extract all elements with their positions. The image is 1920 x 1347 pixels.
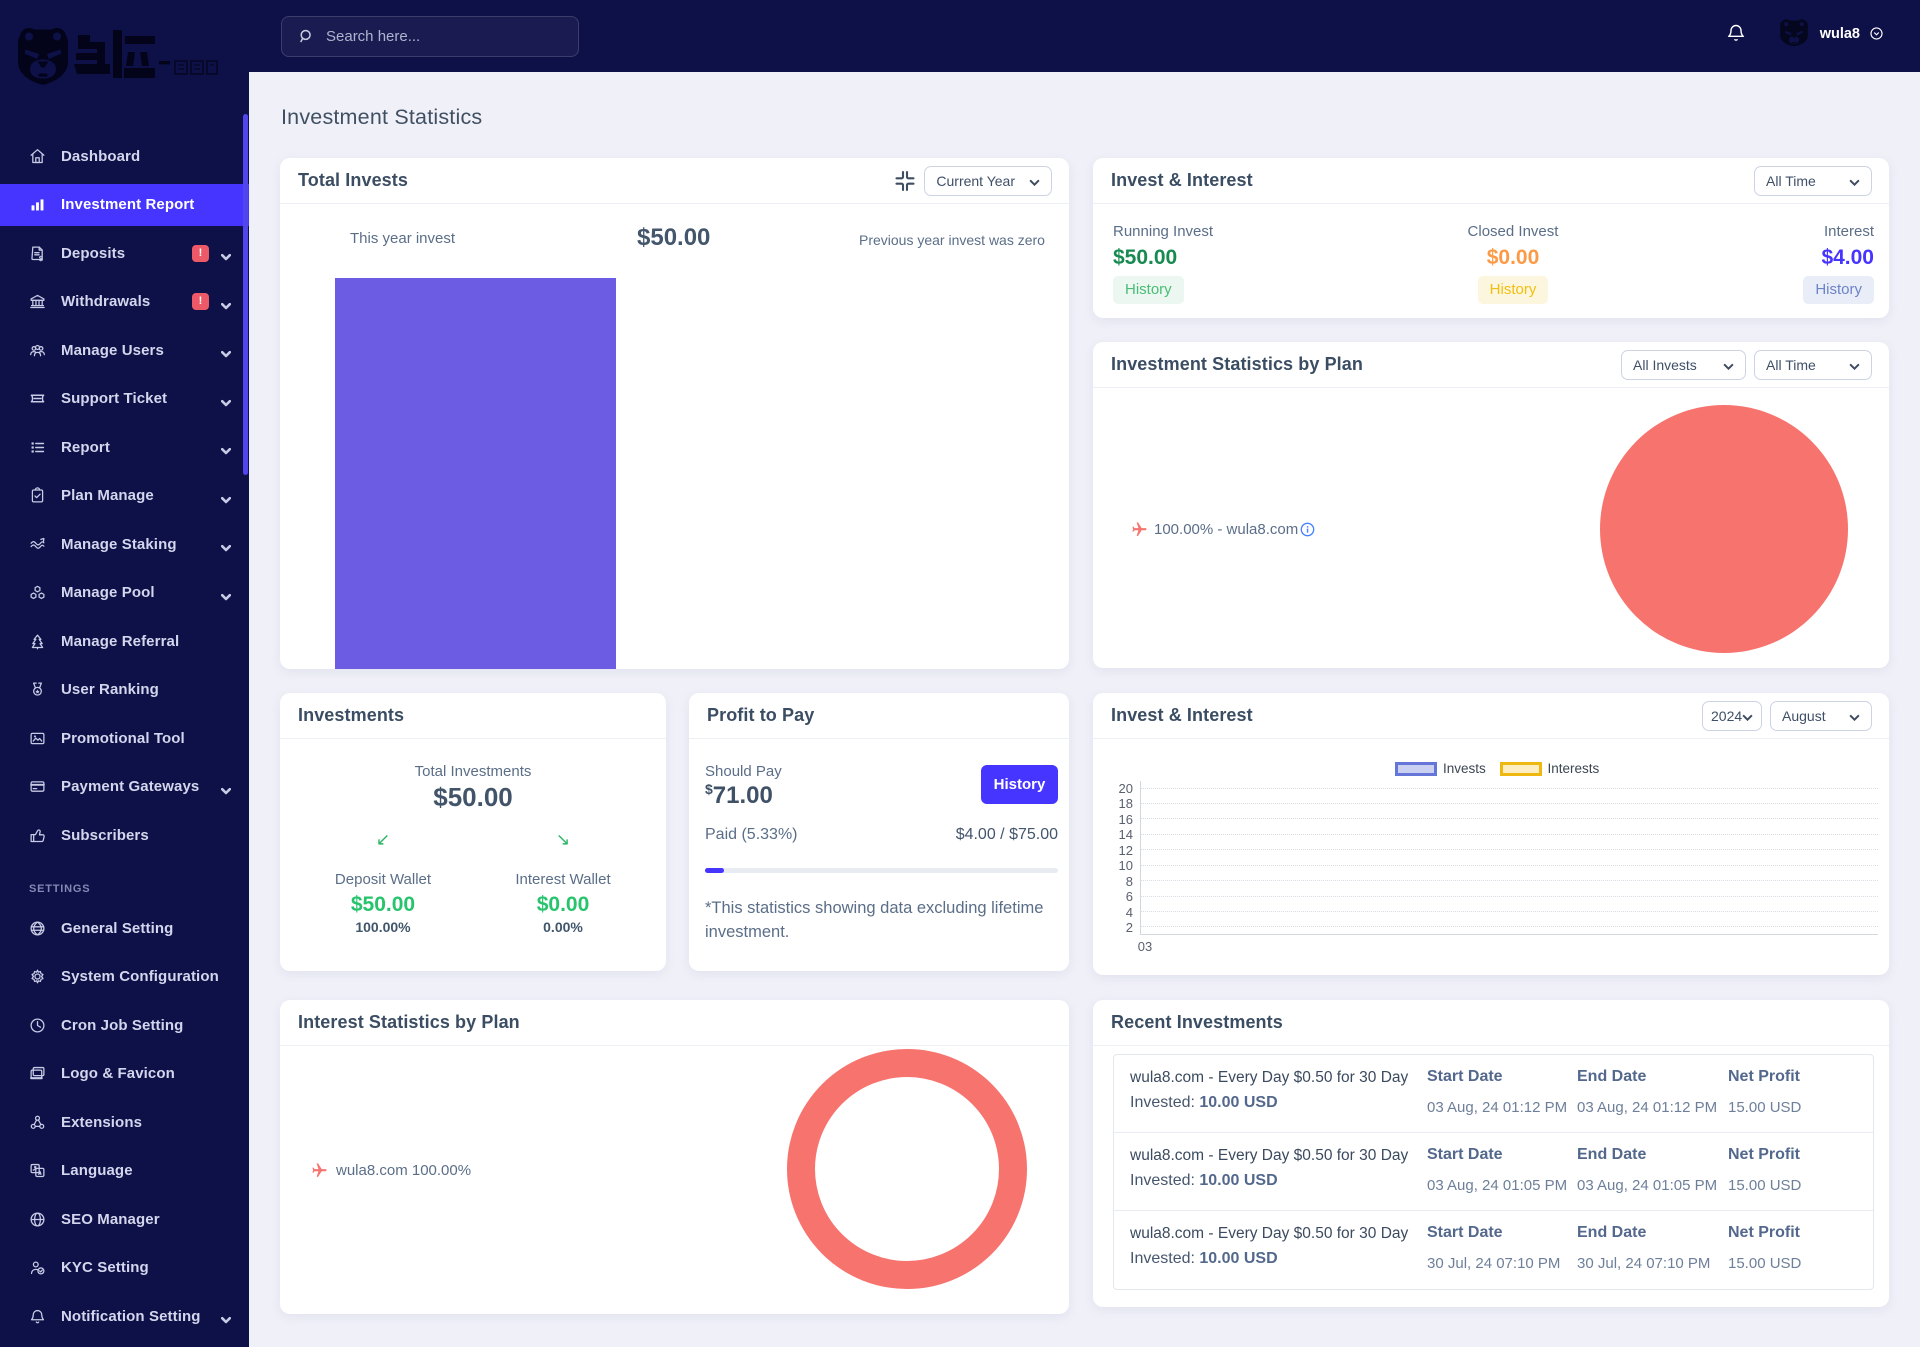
svg-text:$: $ xyxy=(39,253,44,261)
